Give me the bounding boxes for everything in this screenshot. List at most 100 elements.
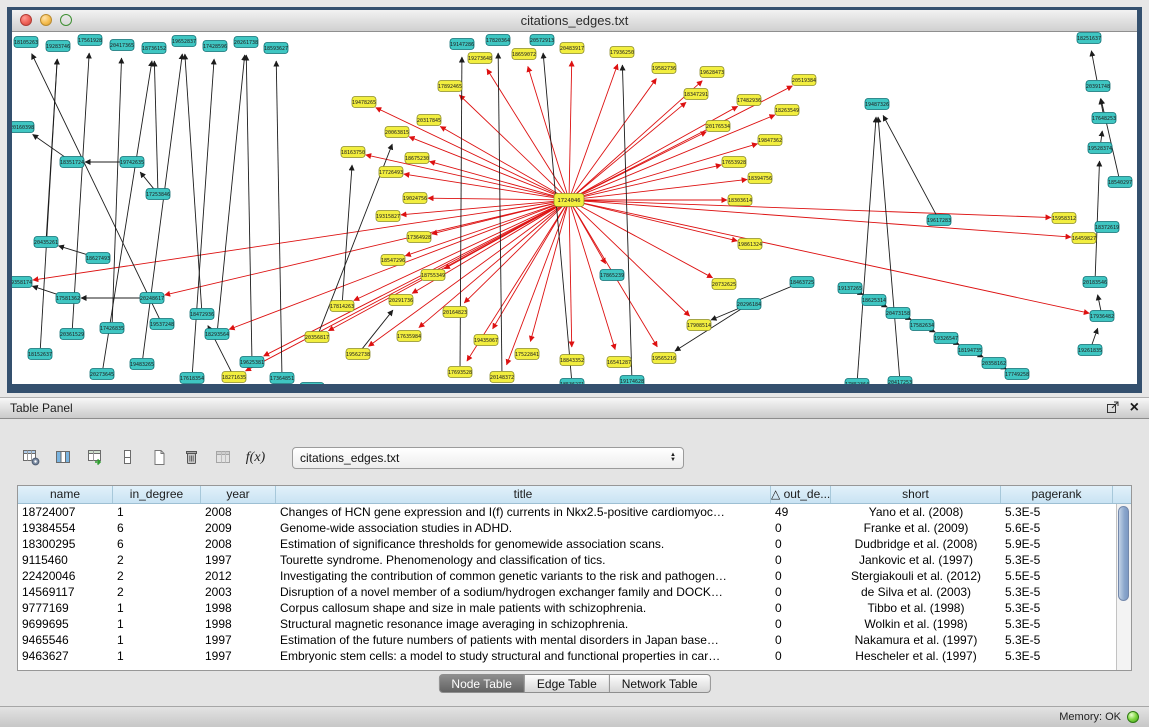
graph-edge[interactable]	[276, 61, 282, 372]
delete-table-button[interactable]	[210, 445, 237, 470]
graph-node[interactable]: 18251637	[1077, 33, 1101, 44]
table-row[interactable]: 1938455462009Genome-wide association stu…	[18, 520, 1116, 536]
graph-node[interactable]: 17522841	[515, 349, 539, 360]
graph-node[interactable]: 20160398	[12, 122, 34, 133]
graph-edge[interactable]	[575, 165, 721, 199]
graph-node[interactable]: 19435067	[474, 335, 498, 346]
graph-node[interactable]: 17561928	[78, 35, 102, 46]
graph-node[interactable]: 19617283	[927, 215, 951, 226]
graph-node[interactable]: 18152637	[28, 349, 52, 360]
graph-edge[interactable]	[883, 115, 936, 214]
graph-edge[interactable]	[573, 204, 689, 316]
graph-node[interactable]: 20361529	[60, 329, 84, 340]
graph-node[interactable]: 20261738	[234, 37, 258, 48]
graph-node[interactable]: 17618354	[180, 373, 204, 384]
graph-node[interactable]: 17635984	[397, 331, 421, 342]
column-header-title[interactable]: title	[276, 486, 771, 503]
tab-network-table[interactable]: Network Table	[610, 674, 711, 693]
graph-edge[interactable]	[245, 203, 563, 371]
table-source-dropdown[interactable]: citations_edges.txt ▲▼	[292, 447, 684, 469]
table-row[interactable]: 911546021997Tourette syndrome. Phenomeno…	[18, 552, 1116, 568]
graph-node[interactable]: 19625381	[240, 357, 264, 368]
graph-node[interactable]: 19273648	[468, 53, 492, 64]
graph-node[interactable]: 19174628	[620, 376, 644, 385]
graph-node[interactable]: 17648253	[1092, 113, 1116, 124]
graph-node[interactable]: 20063815	[385, 127, 409, 138]
tab-node-table[interactable]: Node Table	[438, 674, 525, 693]
graph-edge[interactable]	[460, 57, 462, 366]
graph-node[interactable]: 19326547	[934, 333, 958, 344]
column-header-year[interactable]: year	[201, 486, 276, 503]
graph-edge[interactable]	[33, 201, 563, 280]
graph-node[interactable]: 17426835	[100, 323, 124, 334]
column-header-pagerank[interactable]: pagerank	[1001, 486, 1113, 503]
graph-node[interactable]: 17482936	[737, 95, 761, 106]
graph-node[interactable]: 19358174	[12, 277, 32, 288]
graph-edge[interactable]	[140, 172, 154, 189]
graph-edge[interactable]	[569, 206, 572, 347]
network-view[interactable]: 1724046183036141986132420732625179085141…	[12, 32, 1137, 384]
graph-node[interactable]: 18736152	[142, 43, 166, 54]
table-row[interactable]: 969969511998Structural magnetic resonanc…	[18, 616, 1116, 632]
column-header-short[interactable]: short	[831, 486, 1001, 503]
graph-node[interactable]: 20273645	[90, 369, 114, 380]
table-row[interactable]: 946554611997Estimation of the future num…	[18, 632, 1116, 648]
graph-node[interactable]: 20164823	[443, 307, 467, 318]
graph-node[interactable]: 17820364	[486, 35, 510, 46]
graph-node[interactable]: 16459827	[1072, 233, 1096, 244]
graph-node[interactable]: 18536271	[560, 379, 584, 385]
graph-node[interactable]: 19847362	[758, 135, 782, 146]
graph-node[interactable]: 17693528	[448, 367, 472, 378]
graph-node[interactable]: 18105263	[14, 37, 38, 48]
import-table-button[interactable]	[82, 445, 109, 470]
graph-node[interactable]: 19861324	[738, 239, 762, 250]
function-builder-button[interactable]: f(x)	[242, 445, 269, 470]
graph-node[interactable]: 18293564	[205, 329, 229, 340]
graph-node[interactable]: 19565216	[652, 353, 676, 364]
graph-node[interactable]: 19537248	[150, 319, 174, 330]
graph-node[interactable]: 20519384	[792, 75, 816, 86]
graph-node[interactable]: 18540297	[1108, 177, 1132, 188]
network-canvas[interactable]: 1724046183036141986132420732625179085141…	[12, 32, 1137, 384]
graph-edge[interactable]	[530, 206, 567, 342]
graph-edge[interactable]	[498, 53, 502, 371]
graph-node[interactable]: 18303614	[728, 195, 752, 206]
graph-node[interactable]: 17749258	[1005, 369, 1029, 380]
table-row[interactable]: 2242004622012Investigating the contribut…	[18, 568, 1116, 584]
graph-edge[interactable]	[1101, 99, 1119, 176]
graph-node[interactable]: 19478265	[352, 97, 376, 108]
graph-node[interactable]: 17428596	[203, 41, 227, 52]
graph-edge[interactable]	[1091, 51, 1096, 80]
graph-node[interactable]: 19528374	[1088, 143, 1112, 154]
show-columns-button[interactable]	[50, 445, 77, 470]
graph-edge[interactable]	[430, 161, 564, 198]
graph-node[interactable]: 18372619	[1095, 222, 1119, 233]
graph-node[interactable]: 18593627	[264, 43, 288, 54]
graph-edge[interactable]	[409, 137, 563, 198]
table-scrollbar[interactable]	[1116, 504, 1131, 670]
graph-node[interactable]: 19628473	[700, 67, 724, 78]
graph-node[interactable]: 18194735	[958, 345, 982, 356]
graph-edge[interactable]	[575, 201, 1089, 313]
graph-edge[interactable]	[33, 134, 67, 158]
graph-node[interactable]: 20176534	[706, 121, 730, 132]
graph-node[interactable]: 20358162	[982, 358, 1006, 369]
graph-node[interactable]: 17936482	[1090, 311, 1114, 322]
graph-node[interactable]: 18675230	[405, 153, 429, 164]
graph-edge[interactable]	[218, 55, 245, 328]
graph-node[interactable]: 17653928	[722, 157, 746, 168]
graph-node[interactable]: 20732625	[712, 279, 736, 290]
graph-edge[interactable]	[572, 205, 606, 264]
graph-node[interactable]: 20572913	[530, 35, 554, 46]
graph-node[interactable]: 17936250	[610, 47, 634, 58]
graph-node[interactable]: 18351724	[60, 157, 84, 168]
graph-edge[interactable]	[103, 61, 152, 368]
graph-node[interactable]: 19487326	[865, 99, 889, 110]
scrollbar-thumb[interactable]	[1118, 506, 1129, 601]
delete-column-button[interactable]	[178, 445, 205, 470]
graph-edge[interactable]	[1101, 131, 1102, 142]
create-column-button[interactable]	[146, 445, 173, 470]
graph-edge[interactable]	[143, 54, 183, 358]
graph-node[interactable]: 20435261	[34, 237, 58, 248]
graph-edge[interactable]	[362, 310, 393, 349]
